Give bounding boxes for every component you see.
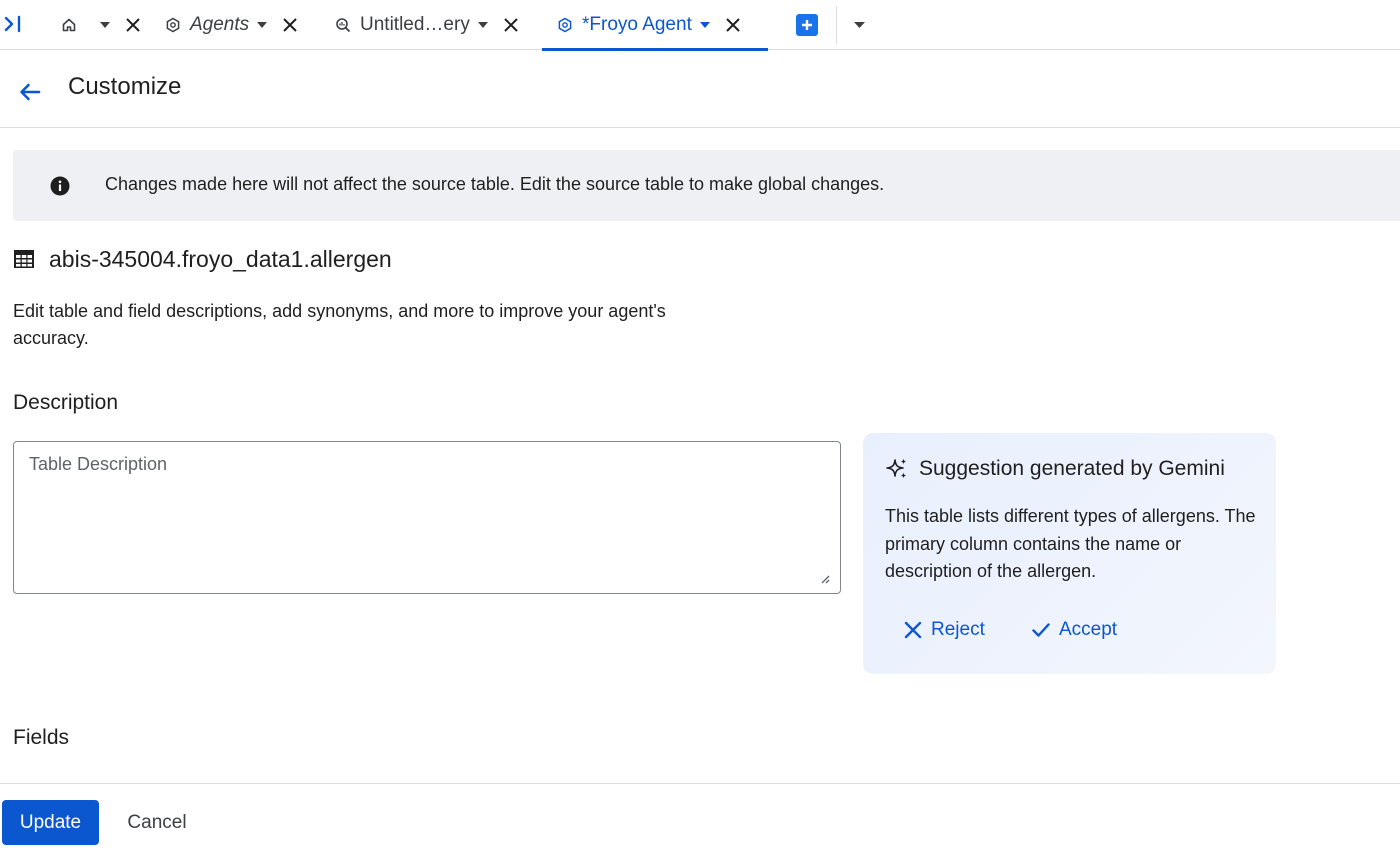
query-icon [334, 16, 352, 34]
table-description-input[interactable] [14, 442, 840, 593]
close-tab-icon[interactable] [722, 14, 744, 36]
banner-text: Changes made here will not affect the so… [105, 174, 885, 194]
tab-untitled-query[interactable]: Untitled…ery [334, 0, 522, 50]
reject-label: Reject [931, 619, 985, 640]
sparkle-icon [885, 457, 909, 481]
update-button[interactable]: Update [2, 800, 99, 845]
chevron-down-icon[interactable] [698, 18, 712, 32]
footer-actions: Update Cancel [0, 783, 1400, 848]
suggestion-title: Suggestion generated by Gemini [919, 457, 1225, 480]
tab-froyo-agent[interactable]: *Froyo Agent [542, 0, 768, 51]
new-tab-button[interactable] [796, 14, 818, 36]
close-tab-icon[interactable] [500, 14, 522, 36]
resize-handle-icon[interactable] [820, 574, 830, 584]
accept-button[interactable]: Accept [1031, 615, 1117, 645]
agent-icon [164, 16, 182, 34]
table-name: abis-345004.froyo_data1.allergen [49, 245, 392, 272]
table-heading: abis-345004.froyo_data1.allergen [13, 244, 392, 274]
info-banner: Changes made here will not affect the so… [13, 150, 1400, 221]
table-icon [13, 248, 35, 270]
tab-bar: Agents Untitled…ery *Froyo Agent [0, 0, 1400, 51]
description-label: Description [13, 391, 119, 414]
divider [836, 6, 837, 44]
accept-label: Accept [1059, 619, 1118, 640]
info-icon [50, 176, 70, 196]
tab-home[interactable] [60, 0, 144, 50]
suggestion-header: Suggestion generated by Gemini [885, 457, 1225, 481]
close-tab-icon[interactable] [122, 14, 144, 36]
tab-label: *Froyo Agent [582, 14, 692, 35]
chevron-down-icon[interactable] [98, 18, 112, 32]
gemini-suggestion-card: Suggestion generated by Gemini This tabl… [863, 433, 1276, 674]
tab-agents[interactable]: Agents [164, 0, 301, 50]
reject-button[interactable]: Reject [903, 615, 985, 645]
tab-label: Agents [190, 14, 250, 35]
back-button[interactable] [16, 78, 44, 106]
home-icon [60, 16, 78, 34]
arrow-back-icon [20, 83, 41, 101]
intro-text: Edit table and field descriptions, add s… [13, 301, 666, 348]
expand-panel-icon [4, 15, 21, 33]
page-header: Customize [0, 51, 1400, 128]
chevron-down-icon [853, 22, 865, 28]
plus-icon [802, 20, 812, 30]
fields-label: Fields [13, 726, 70, 749]
description-field [13, 441, 841, 594]
page-title: Customize [68, 73, 182, 100]
chevron-down-icon[interactable] [476, 18, 490, 32]
check-icon [1031, 620, 1051, 640]
collapse-panel-button[interactable] [2, 12, 24, 36]
cancel-button[interactable]: Cancel [112, 800, 202, 845]
close-tab-icon[interactable] [279, 14, 301, 36]
tab-label: Untitled…ery [360, 14, 470, 35]
more-tabs-button[interactable] [850, 16, 868, 34]
close-icon [903, 620, 923, 640]
suggestion-text: This table lists different types of alle… [885, 506, 1256, 581]
chevron-down-icon[interactable] [255, 18, 269, 32]
agent-icon [556, 16, 574, 34]
